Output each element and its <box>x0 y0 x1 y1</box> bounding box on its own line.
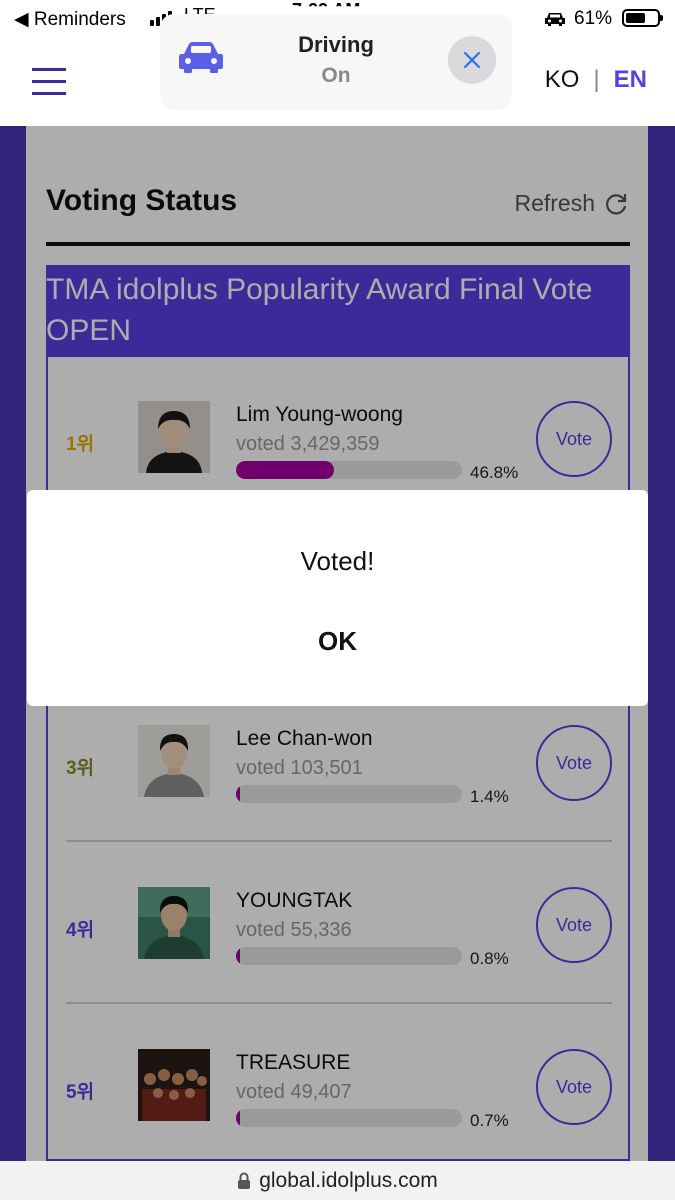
battery-icon <box>622 9 663 27</box>
dialog-message: Voted! <box>300 546 375 576</box>
lang-ko-link[interactable]: KO <box>545 66 580 94</box>
lock-icon <box>238 1172 251 1189</box>
car-status-icon <box>544 11 566 32</box>
close-icon[interactable] <box>448 36 496 84</box>
back-app-label: Reminders <box>33 9 126 30</box>
url-bar[interactable]: global.idolplus.com <box>0 1161 675 1200</box>
lang-en-link[interactable]: EN <box>614 66 647 94</box>
url-text: global.idolplus.com <box>259 1168 438 1192</box>
back-to-app-link[interactable]: ◀ Reminders <box>14 8 126 31</box>
vote-confirmation-dialog: Voted! OK <box>27 490 648 706</box>
driving-focus-banner[interactable]: Driving On <box>160 14 512 110</box>
hamburger-menu-icon[interactable] <box>32 64 66 98</box>
lang-separator: | <box>593 66 600 93</box>
ok-button[interactable]: OK <box>27 626 648 657</box>
battery-percent: 61% <box>574 8 613 29</box>
language-switcher: KO | EN <box>545 66 647 94</box>
